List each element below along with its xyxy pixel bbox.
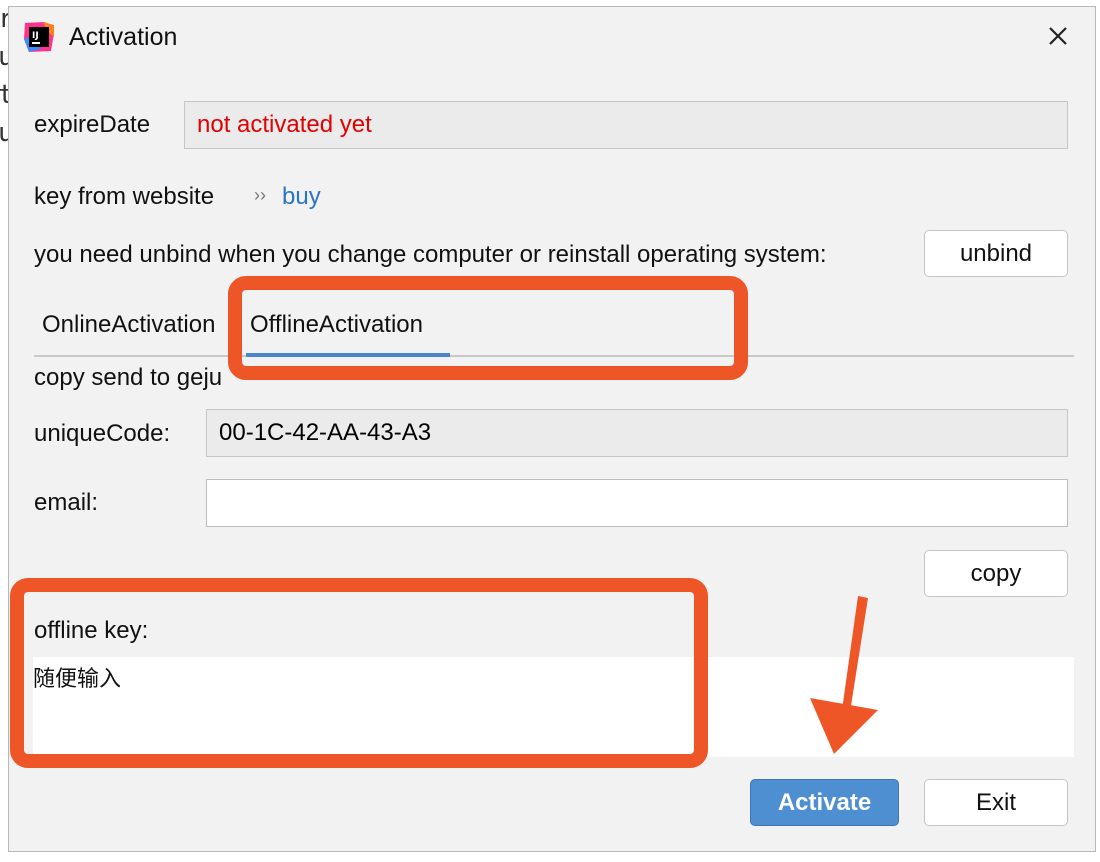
unbind-button[interactable]: unbind bbox=[924, 230, 1068, 277]
offline-key-textarea[interactable]: 随便输入 bbox=[33, 657, 1074, 757]
active-tab-indicator bbox=[246, 353, 450, 357]
key-from-website-label: key from website bbox=[34, 183, 215, 210]
offline-key-value: 随便输入 bbox=[33, 667, 122, 692]
title-bar[interactable]: IJ Activation bbox=[9, 7, 1095, 69]
close-icon[interactable] bbox=[1043, 21, 1073, 51]
expire-date-label: expireDate bbox=[34, 111, 151, 138]
activation-dialog: IJ Activation expireDate not activated y… bbox=[8, 6, 1096, 852]
email-label: email: bbox=[34, 489, 99, 516]
buy-link[interactable]: buy bbox=[282, 183, 321, 211]
tab-offline-activation[interactable]: OfflineActivation bbox=[250, 311, 423, 339]
tab-online-activation[interactable]: OnlineActivation bbox=[42, 311, 215, 339]
unique-code-field[interactable]: 00-1C-42-AA-43-A3 bbox=[206, 409, 1068, 457]
expire-date-value: not activated yet bbox=[197, 111, 372, 138]
window-title: Activation bbox=[69, 23, 178, 51]
offline-key-label: offline key: bbox=[34, 617, 149, 644]
email-field[interactable] bbox=[206, 479, 1068, 527]
svg-text:IJ: IJ bbox=[32, 31, 39, 41]
expire-date-field: not activated yet bbox=[184, 101, 1068, 149]
tab-divider bbox=[34, 355, 1074, 357]
unique-code-value: 00-1C-42-AA-43-A3 bbox=[219, 419, 432, 446]
chevron-right-icon: ›› bbox=[254, 185, 266, 205]
copy-send-to-label: copy send to geju bbox=[34, 364, 223, 391]
unique-code-label: uniqueCode: bbox=[34, 420, 171, 447]
activate-button[interactable]: Activate bbox=[750, 779, 899, 826]
copy-button[interactable]: copy bbox=[924, 550, 1068, 597]
exit-button[interactable]: Exit bbox=[924, 779, 1068, 826]
intellij-logo-icon: IJ bbox=[24, 22, 54, 52]
unbind-instruction-label: you need unbind when you change computer… bbox=[34, 241, 827, 268]
